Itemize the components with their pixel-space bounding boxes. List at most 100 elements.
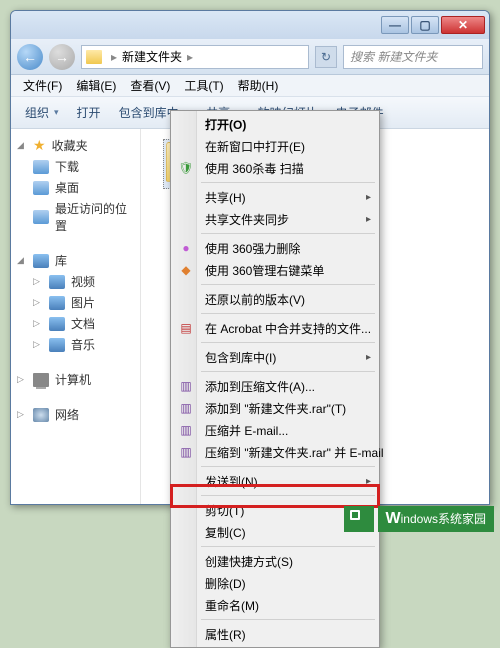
context-item-label: 还原以前的版本(V) — [205, 291, 305, 308]
context-item[interactable]: ▥添加到压缩文件(A)... — [173, 375, 377, 397]
context-item[interactable]: 共享文件夹同步 — [173, 208, 377, 230]
sidebar-label: 最近访问的位置 — [55, 200, 134, 234]
menu-edit[interactable]: 编辑(E) — [70, 75, 122, 96]
menu-view[interactable]: 查看(V) — [124, 75, 176, 96]
sidebar-label: 文档 — [71, 315, 95, 332]
menu-tools[interactable]: 工具(T) — [178, 75, 229, 96]
maximize-button[interactable]: ▢ — [411, 16, 439, 34]
menu-file[interactable]: 文件(F) — [17, 75, 68, 96]
sidebar-computer[interactable]: ▷ 计算机 — [15, 369, 136, 390]
context-separator — [201, 546, 375, 547]
tool-organize[interactable]: 组织 — [17, 101, 67, 124]
context-separator — [201, 233, 375, 234]
context-separator — [201, 495, 375, 496]
network-icon — [33, 408, 49, 422]
desktop-icon — [33, 181, 49, 195]
context-separator — [201, 619, 375, 620]
context-item-icon: ▥ — [178, 378, 194, 394]
context-item-label: 打开(O) — [205, 116, 246, 133]
minimize-button[interactable]: — — [381, 16, 409, 34]
sidebar: ◢★ 收藏夹 下载 桌面 最近访问的位置 ◢ — [11, 129, 141, 504]
breadcrumb-item[interactable]: 新建文件夹 — [120, 48, 184, 65]
sidebar-label: 库 — [55, 252, 67, 269]
context-item[interactable]: ▥添加到 "新建文件夹.rar"(T) — [173, 397, 377, 419]
context-item-icon: ▥ — [178, 422, 194, 438]
context-item-icon: ◆ — [178, 262, 194, 278]
watermark: Windows系统家园 — [344, 506, 494, 532]
sidebar-item-recent[interactable]: 最近访问的位置 — [15, 198, 136, 236]
context-item[interactable]: 在新窗口中打开(E) — [173, 135, 377, 157]
picture-icon — [49, 296, 65, 310]
menubar: 文件(F) 编辑(E) 查看(V) 工具(T) 帮助(H) — [11, 75, 489, 97]
context-item-label: 使用 360管理右键菜单 — [205, 262, 324, 279]
folder-icon — [33, 160, 49, 174]
close-button[interactable]: ✕ — [441, 16, 485, 34]
sidebar-item-documents[interactable]: ▷ 文档 — [15, 313, 136, 334]
back-button[interactable]: ← — [17, 44, 43, 70]
context-item[interactable]: 发送到(N) — [173, 470, 377, 492]
context-item[interactable]: 属性(R) — [173, 623, 377, 645]
context-item[interactable]: ▥压缩到 "新建文件夹.rar" 并 E-mail — [173, 441, 377, 463]
context-item-label: 在 Acrobat 中合并支持的文件... — [205, 320, 371, 337]
context-separator — [201, 342, 375, 343]
context-item-label: 使用 360杀毒 扫描 — [205, 160, 304, 177]
context-item[interactable]: ◆ 使用 360管理右键菜单 — [173, 259, 377, 281]
sidebar-label: 收藏夹 — [52, 137, 88, 154]
breadcrumb-sep: ▸ — [184, 50, 196, 64]
music-icon — [49, 338, 65, 352]
context-item-icon: ▥ — [178, 444, 194, 460]
context-item-label: 重命名(M) — [205, 597, 259, 614]
context-separator — [201, 313, 375, 314]
context-separator — [201, 466, 375, 467]
watermark-logo-icon — [344, 506, 374, 532]
sidebar-libraries[interactable]: ◢ 库 — [15, 250, 136, 271]
context-menu: 打开(O) 在新窗口中打开(E) 🛡 使用 360杀毒 扫描共享(H)共享文件夹同步 ●… — [170, 110, 380, 648]
context-item-label: 压缩并 E-mail... — [205, 422, 288, 439]
context-item[interactable]: 还原以前的版本(V) — [173, 288, 377, 310]
context-item-label: 压缩到 "新建文件夹.rar" 并 E-mail — [205, 444, 384, 461]
context-item-icon: 🛡 — [178, 160, 194, 176]
context-item-label: 发送到(N) — [205, 473, 258, 490]
computer-icon — [33, 373, 49, 387]
sidebar-label: 视频 — [71, 273, 95, 290]
context-item-label: 删除(D) — [205, 575, 246, 592]
context-separator — [201, 182, 375, 183]
context-item[interactable]: 重命名(M) — [173, 594, 377, 616]
context-item[interactable]: 共享(H) — [173, 186, 377, 208]
context-item[interactable]: ●使用 360强力删除 — [173, 237, 377, 259]
tool-open[interactable]: 打开 — [69, 101, 109, 124]
context-item-icon: ▥ — [178, 400, 194, 416]
sidebar-label: 网络 — [55, 406, 79, 423]
sidebar-item-pictures[interactable]: ▷ 图片 — [15, 292, 136, 313]
sidebar-item-music[interactable]: ▷ 音乐 — [15, 334, 136, 355]
sidebar-label: 图片 — [71, 294, 95, 311]
search-input[interactable]: 搜索 新建文件夹 — [343, 45, 483, 69]
address-bar[interactable]: ▸ 新建文件夹 ▸ — [81, 45, 309, 69]
sidebar-network[interactable]: ▷ 网络 — [15, 404, 136, 425]
sidebar-item-videos[interactable]: ▷ 视频 — [15, 271, 136, 292]
refresh-button[interactable]: ↻ — [315, 46, 337, 68]
context-item[interactable]: 创建快捷方式(S) — [173, 550, 377, 572]
sidebar-item-desktop[interactable]: 桌面 — [15, 177, 136, 198]
search-placeholder: 搜索 新建文件夹 — [350, 48, 437, 65]
context-item[interactable]: ▥ 压缩并 E-mail... — [173, 419, 377, 441]
menu-help[interactable]: 帮助(H) — [232, 75, 285, 96]
video-icon — [49, 275, 65, 289]
context-separator — [201, 371, 375, 372]
sidebar-favorites[interactable]: ◢★ 收藏夹 — [15, 135, 136, 156]
folder-icon — [86, 50, 102, 64]
recent-icon — [33, 210, 49, 224]
context-item[interactable]: 删除(D) — [173, 572, 377, 594]
context-item[interactable]: ▤在 Acrobat 中合并支持的文件... — [173, 317, 377, 339]
context-item[interactable]: 包含到库中(I) — [173, 346, 377, 368]
context-item[interactable]: 打开(O) — [173, 113, 377, 135]
sidebar-label: 计算机 — [55, 371, 91, 388]
context-item[interactable]: 🛡 使用 360杀毒 扫描 — [173, 157, 377, 179]
titlebar: — ▢ ✕ — [11, 11, 489, 39]
sidebar-label: 音乐 — [71, 336, 95, 353]
star-icon: ★ — [33, 137, 46, 154]
library-icon — [33, 254, 49, 268]
forward-button[interactable]: → — [49, 44, 75, 70]
sidebar-item-downloads[interactable]: 下载 — [15, 156, 136, 177]
context-item-label: 包含到库中(I) — [205, 349, 276, 366]
